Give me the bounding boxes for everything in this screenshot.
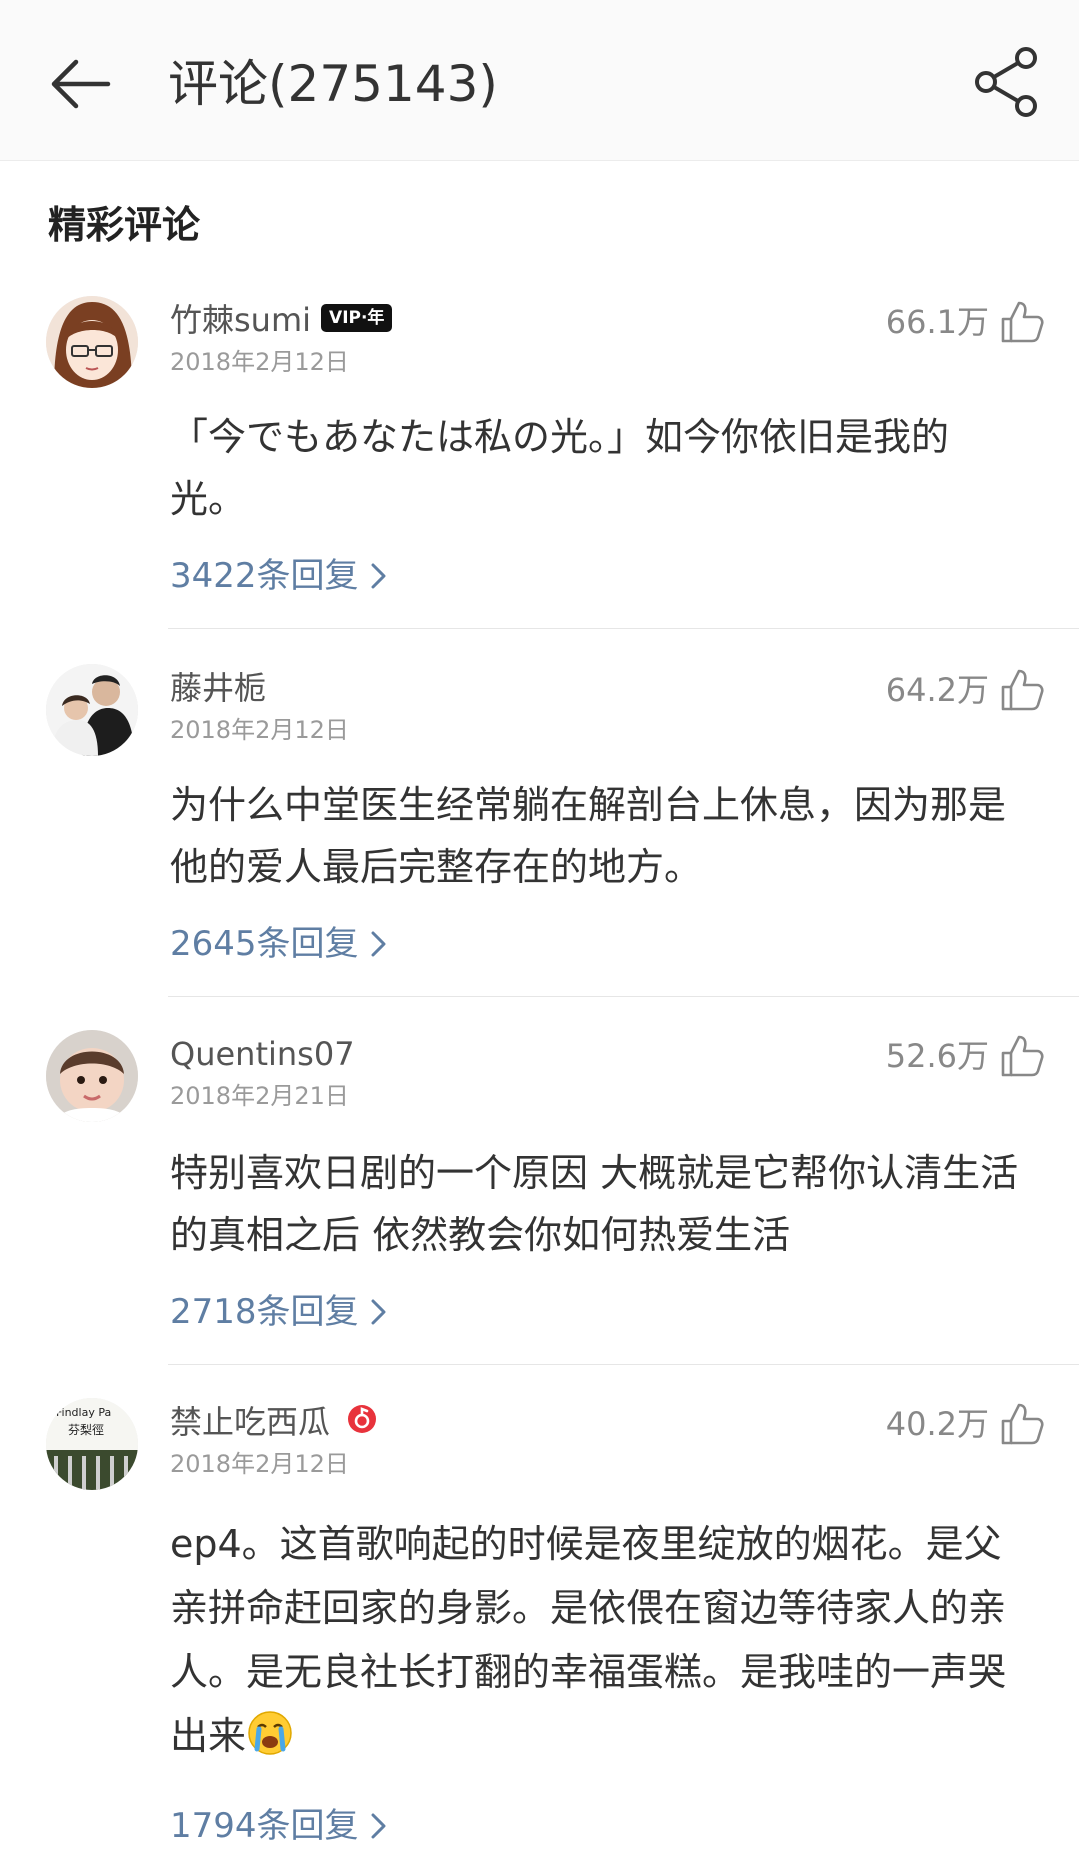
chevron-right-icon <box>371 931 386 957</box>
like-count: 40.2万 <box>885 1405 989 1443</box>
share-icon <box>975 47 1037 117</box>
replies-count: 1794条回复 <box>170 1806 359 1846</box>
replies-link[interactable]: 3422条回复 <box>170 554 389 598</box>
replies-count: 2718条回复 <box>170 1292 359 1332</box>
divider <box>168 628 1079 629</box>
comment-item: Findlay Pa 芬梨徑 禁止吃西瓜 2018年2月12日 40.2万 ep… <box>0 1398 1079 1858</box>
comment-date: 2018年2月21日 <box>170 1082 349 1110</box>
avatar[interactable] <box>46 296 138 388</box>
replies-count: 2645条回复 <box>170 924 359 964</box>
page-title: 评论(275143) <box>168 55 498 113</box>
replies-count: 3422条回复 <box>170 556 359 596</box>
like-count: 64.2万 <box>885 671 989 709</box>
avatar-sign-text: Findlay Pa <box>56 1406 111 1419</box>
like-count: 52.6万 <box>885 1037 989 1075</box>
comment-text-body: ep4。这首歌响起的时候是夜里绽放的烟花。是父亲拼命赶回家的身影。是依偎在窗边等… <box>170 1522 1007 1758</box>
like-button[interactable]: 40.2万 <box>886 1398 1045 1450</box>
section-title: 精彩评论 <box>48 203 201 247</box>
like-button[interactable]: 52.6万 <box>886 1030 1045 1082</box>
vip-badge: VIP·年 <box>321 304 393 332</box>
avatar[interactable] <box>46 1030 138 1122</box>
comment-date: 2018年2月12日 <box>170 348 349 376</box>
avatar[interactable]: Findlay Pa 芬梨徑 <box>46 1398 138 1490</box>
comment-date: 2018年2月12日 <box>170 716 349 744</box>
share-button[interactable] <box>972 46 1044 118</box>
divider <box>168 1364 1079 1365</box>
like-button[interactable]: 64.2万 <box>886 664 1045 716</box>
top-bar: 评论(275143) <box>0 0 1079 161</box>
like-button[interactable]: 66.1万 <box>886 296 1045 348</box>
username[interactable]: Quentins07 <box>170 1032 355 1076</box>
comment-text: 为什么中堂医生经常躺在解剖台上休息，因为那是他的爱人最后完整存在的地方。 <box>170 783 1007 889</box>
comment-text: 特别喜欢日剧的一个原因 大概就是它帮你认清生活的真相之后 依然教会你如何热爱生活 <box>170 1151 1019 1257</box>
crying-face-emoji <box>248 1711 292 1755</box>
avatar[interactable] <box>46 664 138 756</box>
username[interactable]: 竹棘sumi <box>170 298 311 342</box>
thumbs-up-icon <box>1001 669 1044 711</box>
replies-link[interactable]: 1794条回复 <box>170 1804 389 1848</box>
comment-item: 藤井栀 2018年2月12日 64.2万 为什么中堂医生经常躺在解剖台上休息，因… <box>0 664 1079 994</box>
thumbs-up-icon <box>1001 301 1044 343</box>
comment-text: ep4。这首歌响起的时候是夜里绽放的烟花。是父亲拼命赶回家的身影。是依偎在窗边等… <box>170 1512 1020 1768</box>
comment-item: 竹棘sumi VIP·年 2018年2月12日 66.1万 「今でもあなたは私の光… <box>0 296 1079 626</box>
thumbs-up-icon <box>1001 1403 1044 1445</box>
replies-link[interactable]: 2645条回复 <box>170 922 389 966</box>
chevron-right-icon <box>371 1813 386 1839</box>
chevron-right-icon <box>371 563 386 589</box>
divider <box>168 996 1079 997</box>
chevron-right-icon <box>371 1299 386 1325</box>
username[interactable]: 藤井栀 <box>170 666 266 710</box>
avatar-sign-text: 芬梨徑 <box>68 1423 104 1437</box>
music-note-badge-icon <box>348 1405 377 1433</box>
username[interactable]: 禁止吃西瓜 <box>170 1400 330 1444</box>
comment-date: 2018年2月12日 <box>170 1450 349 1478</box>
thumbs-up-icon <box>1001 1035 1044 1077</box>
comment-text: 「今でもあなたは私の光。」如今你依旧是我的光。 <box>170 415 950 521</box>
replies-link[interactable]: 2718条回复 <box>170 1290 389 1334</box>
arrow-left-icon <box>51 59 111 109</box>
comment-item: Quentins07 2018年2月21日 52.6万 特别喜欢日剧的一个原因 … <box>0 1030 1079 1360</box>
like-count: 66.1万 <box>885 303 989 341</box>
back-button[interactable] <box>46 48 118 120</box>
